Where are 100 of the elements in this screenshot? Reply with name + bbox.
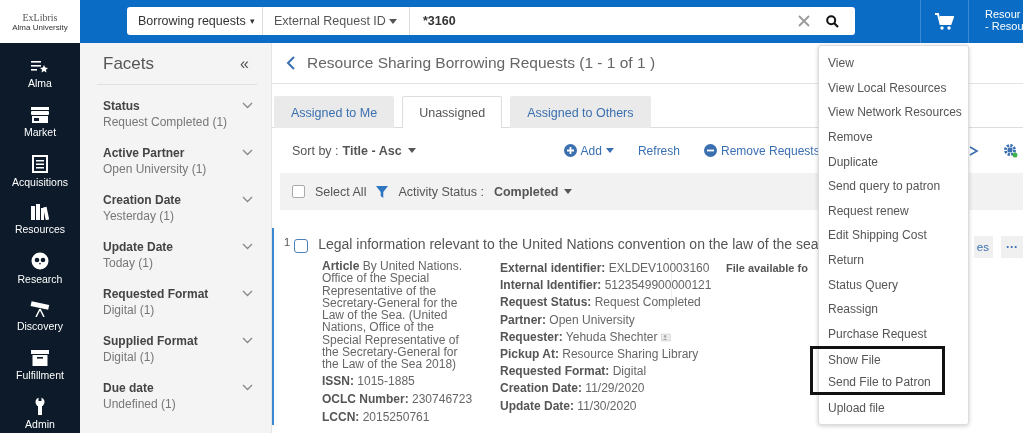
- remove-requests-button[interactable]: Remove Requests: [704, 143, 820, 158]
- refresh-button[interactable]: Refresh: [637, 143, 680, 158]
- owl-icon: [31, 251, 49, 270]
- user-info-text: - Resou: [985, 20, 1023, 32]
- caret-glyph: ▾: [249, 16, 255, 26]
- tab[interactable]: Assigned to Me: [274, 96, 395, 128]
- facet-header[interactable]: Due date: [103, 379, 257, 396]
- chevron-down-icon: [242, 196, 253, 203]
- tab[interactable]: Unassigned: [402, 96, 503, 128]
- facet-header[interactable]: Status: [103, 97, 257, 114]
- field-text: Creation Date: 11/29/2020: [500, 380, 645, 398]
- menu-item[interactable]: Send File to Patron: [810, 370, 945, 396]
- filter-icon: [376, 185, 389, 198]
- chevron-down-icon: [242, 384, 253, 391]
- search-button[interactable]: [820, 7, 855, 35]
- chevron-down-icon: [242, 337, 253, 344]
- field-dropdown[interactable]: External Request ID: [263, 7, 410, 35]
- search-field[interactable]: *3160: [410, 7, 792, 35]
- institution-name: Alma University: [12, 22, 68, 32]
- page-title: Resource Sharing Borrowing Requests (1 - 1 of 1 ): [307, 54, 656, 72]
- request-title[interactable]: Legal information relevant to the United Nations convention on the law of the sea: [318, 236, 819, 252]
- select-all-checkbox[interactable]: [292, 185, 305, 198]
- facet-value: Undefined (1): [103, 396, 177, 413]
- field-text: Pickup At: Resource Sharing Library: [500, 346, 699, 363]
- menu-item[interactable]: View: [819, 51, 968, 76]
- row-checkbox[interactable]: [294, 239, 309, 253]
- collapse-button[interactable]: «: [240, 54, 257, 73]
- menu-item[interactable]: Request renew: [819, 198, 968, 224]
- menu-item[interactable]: Purchase Request: [819, 321, 968, 347]
- chevron-down-icon: [242, 102, 253, 109]
- facet-header[interactable]: Update Date: [103, 238, 257, 255]
- export-icon[interactable]: [969, 144, 979, 157]
- field-text: Update Date: 11/30/2020: [500, 397, 637, 415]
- nav-item[interactable]: Market: [0, 98, 80, 147]
- field-text: Request Status: Request Completed: [500, 294, 701, 312]
- field-text: Requester: Yehuda Shechter: [500, 328, 658, 346]
- wrench-icon: [34, 397, 46, 416]
- user-info-text: Resour: [985, 8, 1022, 20]
- back-icon[interactable]: [286, 56, 295, 70]
- chevron-down-icon: [242, 290, 253, 297]
- more-button[interactable]: ···: [1001, 236, 1023, 258]
- minus-circle-icon: [704, 144, 717, 157]
- scope-dropdown[interactable]: Borrowing requests ▾: [127, 7, 263, 35]
- facet-header[interactable]: Creation Date: [103, 191, 257, 208]
- identifier-text: OCLC Number: 230746723: [322, 391, 474, 407]
- field-text: Partner: Open University: [500, 311, 635, 329]
- plus-circle-icon: [563, 144, 577, 157]
- caret-down-icon: [564, 189, 573, 194]
- store-icon: [31, 107, 49, 124]
- menu-item[interactable]: Edit Shipping Cost: [819, 223, 968, 248]
- nav-item[interactable]: Research: [0, 244, 80, 293]
- caret-down-icon: [605, 148, 614, 153]
- add-button[interactable]: Add: [563, 143, 614, 158]
- menu-item[interactable]: Show File: [810, 346, 945, 371]
- facet-header[interactable]: Requested Format: [103, 285, 257, 302]
- filter-label: Activity Status :: [398, 184, 484, 199]
- facet-value: Open University (1): [103, 161, 208, 178]
- menu-item[interactable]: Status Query: [819, 272, 968, 297]
- logo-brand: ExLibris: [22, 11, 58, 23]
- menu-item[interactable]: Remove: [819, 124, 968, 150]
- nav-item[interactable]: Resources: [0, 195, 80, 244]
- ledger-icon: [32, 154, 48, 173]
- tab[interactable]: Assigned to Others: [510, 96, 651, 128]
- field-text: Internal Identifier: 5123549900000121: [500, 277, 712, 295]
- identifier-text: ISSN: 1015-1885: [322, 373, 416, 389]
- facets-title: Facets: [103, 53, 155, 74]
- sort-label: Sort by :: [292, 143, 339, 158]
- menu-item[interactable]: View Local Resources: [819, 75, 968, 101]
- facet-header[interactable]: Supplied Format: [103, 332, 257, 349]
- select-all-label: Select All: [315, 184, 367, 199]
- menu-item[interactable]: Send query to patron: [819, 173, 968, 199]
- chevron-down-icon: [242, 243, 253, 250]
- menu-item[interactable]: View Network Resources: [819, 100, 968, 125]
- caret-down-icon: [407, 148, 416, 153]
- nav-item[interactable]: Admin: [0, 389, 80, 433]
- menu-item[interactable]: Duplicate: [819, 149, 968, 174]
- menu-item[interactable]: Reassign: [819, 296, 968, 322]
- activity-status-dropdown[interactable]: Completed: [493, 184, 573, 199]
- books-icon: [31, 204, 49, 221]
- menu-item[interactable]: Upload file: [819, 395, 968, 420]
- facet-value: Digital (1): [103, 302, 156, 319]
- sort-dropdown[interactable]: Title - Asc: [342, 143, 416, 158]
- field-text: External identifier: EXLDEV10003160: [500, 260, 710, 277]
- list-star-icon: [31, 59, 49, 74]
- action-button[interactable]: es: [973, 236, 993, 258]
- identifier-text: LCCN: 2015250761: [322, 409, 431, 425]
- telescope-icon: [29, 301, 51, 318]
- description-text: Article By United Nations. Office of the Special Representative of the Secretary-General for the Law of the Sea. (United Nations, Office of the Special Representative of the Secretary-General for the Law of the Sea 2018): [322, 260, 464, 371]
- close-icon: [798, 15, 810, 27]
- facet-value: Yesterday (1): [103, 208, 175, 225]
- facet-header[interactable]: Active Partner: [103, 144, 257, 161]
- cart-button[interactable]: [920, 0, 969, 43]
- nav-item[interactable]: Discovery: [0, 292, 80, 341]
- facet-value: Request Completed (1): [103, 114, 229, 131]
- nav-item[interactable]: Fulfillment: [0, 341, 80, 390]
- archive-box-icon: [31, 349, 49, 366]
- gear-icon[interactable]: [1003, 143, 1018, 158]
- nav-item[interactable]: Alma: [0, 50, 80, 99]
- menu-item[interactable]: Return: [819, 247, 968, 273]
- nav-item[interactable]: Acquisitions: [0, 147, 80, 196]
